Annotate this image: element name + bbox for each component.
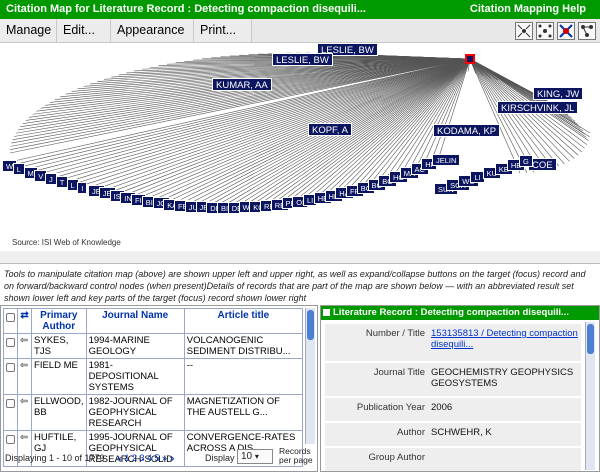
col-article-title[interactable]: Article title	[183, 308, 304, 334]
detail-value: GEOCHEMISTRY GEOPHYSICS GEOSYSTEMS	[431, 367, 574, 389]
cell-author: SYKES, TJS	[31, 333, 87, 359]
row-checkbox[interactable]	[6, 435, 15, 444]
detail-scrollbar[interactable]	[585, 322, 595, 470]
detail-header-title: Literature Record : Detecting compaction…	[333, 307, 569, 318]
table-row[interactable]: ⇦ ELLWOOD, BB 1982-JOURNAL OF GEOPHYSICA…	[2, 394, 304, 431]
menu-bar: Manage Edit... Appearance Print...	[0, 19, 600, 43]
menu-manage[interactable]: Manage	[0, 19, 57, 42]
arrow-back-icon[interactable]: ⇦	[17, 333, 33, 359]
detail-row-group-author: Group Author	[325, 448, 581, 471]
help-text: Tools to manipulate citation map (above)…	[4, 269, 586, 303]
cell-article: MAGNETIZATION OF THE AUSTELL G...	[183, 394, 304, 431]
row-checkbox-cell[interactable]	[2, 358, 19, 395]
col-journal-name[interactable]: Journal Name	[85, 308, 185, 334]
network-icon[interactable]	[557, 22, 575, 40]
row-checkbox[interactable]	[6, 338, 15, 347]
results-table: ⇄ Primary Author Journal Name Article ti…	[2, 308, 304, 467]
menu-print[interactable]: Print...	[194, 19, 252, 42]
detail-row-journal: Journal Title GEOCHEMISTRY GEOPHYSICS GE…	[325, 363, 581, 397]
target-record-node[interactable]	[465, 54, 475, 64]
map-node[interactable]: I	[77, 181, 88, 194]
cell-article: VOLCANOGENIC SEDIMENT DISTRIBU...	[183, 333, 304, 359]
detail-label: Journal Title	[373, 367, 425, 378]
arrow-back-icon[interactable]: ⇦	[17, 394, 33, 431]
pagination: Displaying 1 - 10 of 1779 « 1 2 3 4 5 » …	[5, 447, 315, 465]
detail-label: Publication Year	[356, 402, 425, 413]
cell-article: --	[183, 358, 304, 395]
detail-label: Group Author	[368, 452, 425, 463]
cell-journal: 1981-DEPOSITIONAL SYSTEMS	[85, 358, 185, 395]
help-link[interactable]: Citation Mapping Help	[470, 3, 586, 15]
records-per-page-select[interactable]: 10 ▾	[237, 449, 273, 464]
col-primary-author[interactable]: Primary Author	[31, 308, 87, 334]
map-node[interactable]: KOPF, A	[308, 123, 352, 136]
map-node[interactable]: G	[519, 155, 533, 167]
records-per-page-value: 10	[241, 451, 253, 462]
collapse-icon[interactable]	[536, 22, 554, 40]
map-node[interactable]: LESLIE, BW	[272, 53, 333, 66]
map-node[interactable]: KING, JW	[533, 87, 584, 100]
detail-value: 2006	[431, 402, 453, 413]
row-checkbox-cell[interactable]	[2, 394, 19, 431]
cell-journal: 1982-JOURNAL OF GEOPHYSICAL RESEARCH	[85, 394, 185, 431]
detail-scroll-thumb[interactable]	[587, 324, 594, 354]
detail-row-number-title: Number / Title 153135813 / Detecting com…	[325, 324, 581, 362]
record-detail-panel: Literature Record : Detecting compaction…	[320, 305, 600, 472]
detail-label: Author	[397, 427, 425, 438]
display-label: Display	[205, 453, 235, 463]
select-all-cell[interactable]	[2, 308, 19, 334]
row-checkbox-cell[interactable]	[2, 333, 19, 359]
cell-author: FIELD ME	[31, 358, 87, 395]
map-node[interactable]: KODAMA, KP	[433, 124, 501, 137]
cell-author: ELLWOOD, BB	[31, 394, 87, 431]
detail-value: SCHWEHR, K	[431, 427, 492, 438]
results-panel: ⇄ Primary Author Journal Name Article ti…	[0, 305, 318, 472]
reset-icon[interactable]	[578, 22, 596, 40]
results-scrollbar[interactable]	[305, 308, 315, 444]
citation-map[interactable]: LESLIE, BW LESLIE, BW KUMAR, AA KING, JW…	[0, 43, 600, 263]
displaying-count: Displaying 1 - 10 of 1779	[5, 453, 105, 463]
title-bar: Citation Map for Literature Record : Det…	[0, 0, 600, 19]
record-icon	[323, 309, 330, 316]
info-bar: Tools to manipulate citation map (above)…	[0, 263, 600, 305]
records-per-page-label: Records per page	[279, 446, 313, 465]
window-title: Citation Map for Literature Record : Det…	[6, 3, 366, 15]
menu-edit[interactable]: Edit...	[57, 19, 111, 42]
cell-journal: 1994-MARINE GEOLOGY	[85, 333, 185, 359]
menu-appearance[interactable]: Appearance	[111, 19, 194, 42]
citation-links	[4, 52, 591, 204]
chevron-down-icon: ▾	[254, 452, 259, 461]
row-checkbox[interactable]	[6, 363, 15, 372]
map-source: Source: ISI Web of Knowledge	[12, 238, 121, 247]
map-node[interactable]: KIRSCHVINK, JL	[497, 101, 579, 114]
expand-icon[interactable]	[515, 22, 533, 40]
detail-header: Literature Record : Detecting compaction…	[321, 306, 599, 320]
page-links[interactable]: « 1 2 3 4 5 » »	[117, 453, 175, 463]
table-row[interactable]: ⇦ FIELD ME 1981-DEPOSITIONAL SYSTEMS --	[2, 358, 304, 395]
map-node[interactable]: KUMAR, AA	[212, 78, 272, 91]
link-header-icon[interactable]: ⇄	[17, 308, 33, 334]
row-checkbox[interactable]	[6, 399, 15, 408]
detail-row-author: Author SCHWEHR, K	[325, 423, 581, 447]
detail-label: Number / Title	[365, 328, 425, 339]
detail-row-year: Publication Year 2006	[325, 398, 581, 422]
map-node[interactable]: JELIN	[432, 154, 461, 166]
detail-title-link[interactable]: 153135813 / Detecting compaction disequi…	[431, 328, 579, 350]
results-scroll-thumb[interactable]	[307, 310, 314, 340]
arrow-back-icon[interactable]: ⇦	[17, 358, 33, 395]
table-row[interactable]: ⇦ SYKES, TJS 1994-MARINE GEOLOGY VOLCANO…	[2, 333, 304, 359]
select-all-checkbox[interactable]	[6, 313, 15, 322]
